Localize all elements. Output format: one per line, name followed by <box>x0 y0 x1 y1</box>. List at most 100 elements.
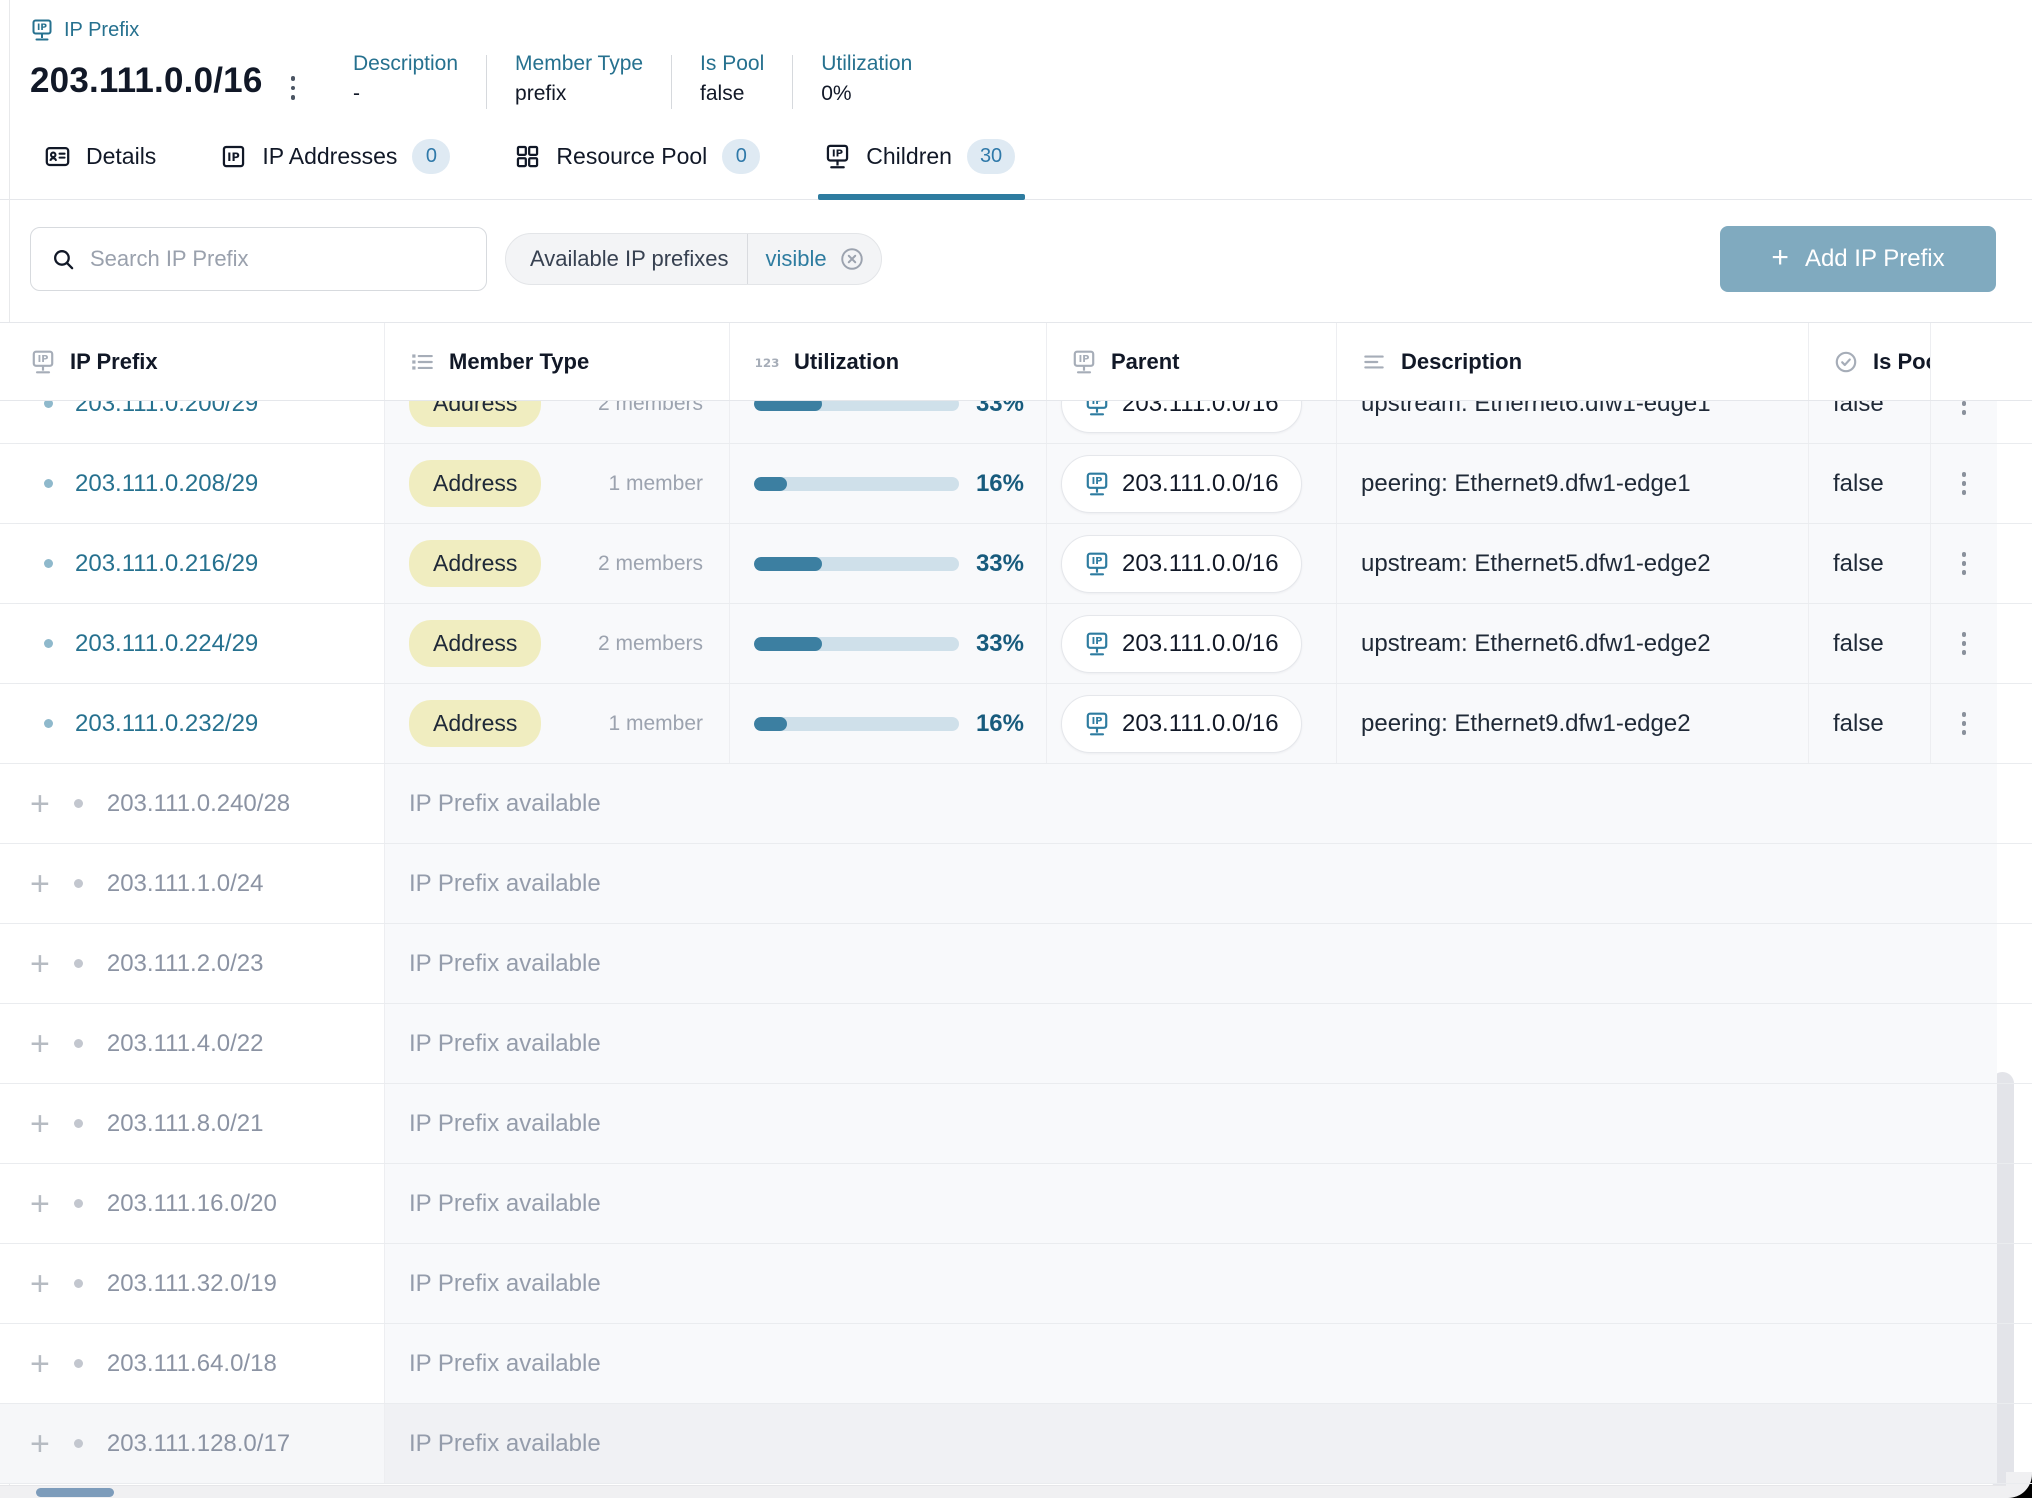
horizontal-scrollbar-thumb[interactable] <box>36 1488 114 1497</box>
available-row[interactable]: + 203.111.16.0/20 IP Prefix available <box>0 1164 2032 1244</box>
available-status-label: IP Prefix available <box>385 1164 1997 1243</box>
column-header-utilization[interactable]: Utilization <box>730 323 1047 400</box>
cell-actions <box>1931 524 1997 603</box>
cell-description: peering: Ethernet9.dfw1-edge2 <box>1337 684 1809 763</box>
available-row[interactable]: + 203.111.8.0/21 IP Prefix available <box>0 1084 2032 1164</box>
search-input[interactable] <box>90 246 466 272</box>
table-row[interactable]: 203.111.0.208/29 Address 1 member 16% 20… <box>0 444 2032 524</box>
utilization-bar <box>754 637 959 651</box>
stat-value: - <box>353 82 458 106</box>
column-header-description[interactable]: Description <box>1337 323 1809 400</box>
row-menu-button[interactable] <box>1954 624 1975 663</box>
ip-device-icon <box>1084 711 1110 737</box>
available-row[interactable]: + 203.111.128.0/17 IP Prefix available <box>0 1404 2032 1484</box>
ip-device-icon <box>824 143 851 170</box>
cell-description: upstream: Ethernet5.dfw1-edge2 <box>1337 524 1809 603</box>
prefix-link[interactable]: 203.111.0.208/29 <box>75 470 258 498</box>
utilization-percent: 16% <box>976 710 1024 738</box>
add-child-plus-icon[interactable]: + <box>30 1187 50 1221</box>
prefix-link[interactable]: 203.111.0.232/29 <box>75 710 258 738</box>
available-status-label: IP Prefix available <box>385 1084 1997 1163</box>
prefix-link[interactable]: 203.111.0.224/29 <box>75 630 258 658</box>
status-dot <box>74 1279 83 1288</box>
available-row[interactable]: + 203.111.0.240/28 IP Prefix available <box>0 764 2032 844</box>
horizontal-scrollbar-track[interactable] <box>0 1485 2032 1498</box>
add-child-plus-icon[interactable]: + <box>30 1107 50 1141</box>
table-row[interactable]: 203.111.0.224/29 Address 2 members 33% 2… <box>0 604 2032 684</box>
add-ip-prefix-button[interactable]: + Add IP Prefix <box>1720 226 1996 292</box>
tab-resource-pool[interactable]: Resource Pool 0 <box>514 126 760 199</box>
available-prefix-label: 203.111.64.0/18 <box>107 1350 277 1378</box>
stat-value: 0% <box>821 82 912 106</box>
add-child-plus-icon[interactable]: + <box>30 1267 50 1301</box>
ip-device-icon <box>1084 631 1110 657</box>
available-row[interactable]: + 203.111.32.0/19 IP Prefix available <box>0 1244 2032 1324</box>
available-prefix-label: 203.111.16.0/20 <box>107 1190 277 1218</box>
tab-details[interactable]: Details <box>44 126 156 199</box>
utilization-bar-fill <box>754 717 787 731</box>
member-type-pill: Address <box>409 460 541 507</box>
utilization-bar-fill <box>754 557 822 571</box>
row-menu-button[interactable] <box>1954 464 1975 503</box>
table-row[interactable]: 203.111.0.216/29 Address 2 members 33% 2… <box>0 524 2032 604</box>
available-status-label: IP Prefix available <box>385 1004 1997 1083</box>
available-row[interactable]: + 203.111.4.0/22 IP Prefix available <box>0 1004 2032 1084</box>
row-menu-button[interactable] <box>1954 704 1975 743</box>
status-dot <box>74 1439 83 1448</box>
tab-label: Details <box>86 143 156 170</box>
cell-parent: 203.111.0.0/16 <box>1047 524 1337 603</box>
id-card-icon <box>44 143 71 170</box>
available-row[interactable]: + 203.111.64.0/18 IP Prefix available <box>0 1324 2032 1404</box>
parent-link-pill[interactable]: 203.111.0.0/16 <box>1061 615 1302 673</box>
available-row[interactable]: + 203.111.2.0/23 IP Prefix available <box>0 924 2032 1004</box>
cell-ip-prefix: + 203.111.1.0/24 <box>0 844 385 923</box>
available-row[interactable]: + 203.111.1.0/24 IP Prefix available <box>0 844 2032 924</box>
breadcrumb[interactable]: IP Prefix <box>30 18 139 42</box>
remove-filter-icon[interactable] <box>839 246 865 272</box>
table-row[interactable]: 203.111.0.232/29 Address 1 member 16% 20… <box>0 684 2032 764</box>
tab-ip-addresses[interactable]: IP Addresses 0 <box>220 126 450 199</box>
add-child-plus-icon[interactable]: + <box>30 947 50 981</box>
tab-count-badge: 30 <box>967 139 1015 174</box>
parent-link-pill[interactable]: 203.111.0.0/16 <box>1061 695 1302 753</box>
tab-label: IP Addresses <box>262 143 397 170</box>
number-123-icon <box>754 349 780 375</box>
cell-is-pool: false <box>1809 684 1931 763</box>
add-child-plus-icon[interactable]: + <box>30 1347 50 1381</box>
available-prefix-label: 203.111.8.0/21 <box>107 1110 264 1138</box>
stat-is-pool: Is Pool false <box>672 52 792 106</box>
title-menu-button[interactable] <box>281 66 306 110</box>
cell-utilization: 33% <box>730 604 1047 683</box>
search-box[interactable] <box>30 227 487 291</box>
stat-label: Is Pool <box>700 52 764 76</box>
column-header-is-pool[interactable]: Is Pool <box>1809 323 1931 400</box>
table-body: 203.111.0.200/29 Address 2 members 33% 2… <box>0 364 2032 1484</box>
table-header-row: IP Prefix Member Type Utilization Parent… <box>0 323 2032 401</box>
column-header-parent[interactable]: Parent <box>1047 323 1337 400</box>
status-dot <box>44 639 53 648</box>
cell-parent: 203.111.0.0/16 <box>1047 444 1337 523</box>
filter-chip[interactable]: Available IP prefixes visible <box>505 233 882 285</box>
add-child-plus-icon[interactable]: + <box>30 867 50 901</box>
cell-ip-prefix: + 203.111.0.240/28 <box>0 764 385 843</box>
row-menu-button[interactable] <box>1954 544 1975 583</box>
add-child-plus-icon[interactable]: + <box>30 1427 50 1461</box>
cell-description: peering: Ethernet9.dfw1-edge1 <box>1337 444 1809 523</box>
filter-chip-label: Available IP prefixes <box>530 246 729 272</box>
utilization-bar-fill <box>754 637 822 651</box>
add-child-plus-icon[interactable]: + <box>30 787 50 821</box>
available-prefix-label: 203.111.4.0/22 <box>107 1030 264 1058</box>
stat-value: prefix <box>515 82 643 106</box>
cell-member-type: Address 2 members <box>385 524 730 603</box>
column-header-ip-prefix[interactable]: IP Prefix <box>0 323 385 400</box>
prefix-link[interactable]: 203.111.0.216/29 <box>75 550 258 578</box>
column-header-actions <box>1931 323 1997 400</box>
tab-children[interactable]: Children 30 <box>824 126 1015 199</box>
cell-actions <box>1931 684 1997 763</box>
add-child-plus-icon[interactable]: + <box>30 1027 50 1061</box>
cell-ip-prefix: 203.111.0.208/29 <box>0 444 385 523</box>
column-header-member-type[interactable]: Member Type <box>385 323 730 400</box>
parent-link-pill[interactable]: 203.111.0.0/16 <box>1061 455 1302 513</box>
parent-link-pill[interactable]: 203.111.0.0/16 <box>1061 535 1302 593</box>
available-prefix-label: 203.111.0.240/28 <box>107 790 290 818</box>
